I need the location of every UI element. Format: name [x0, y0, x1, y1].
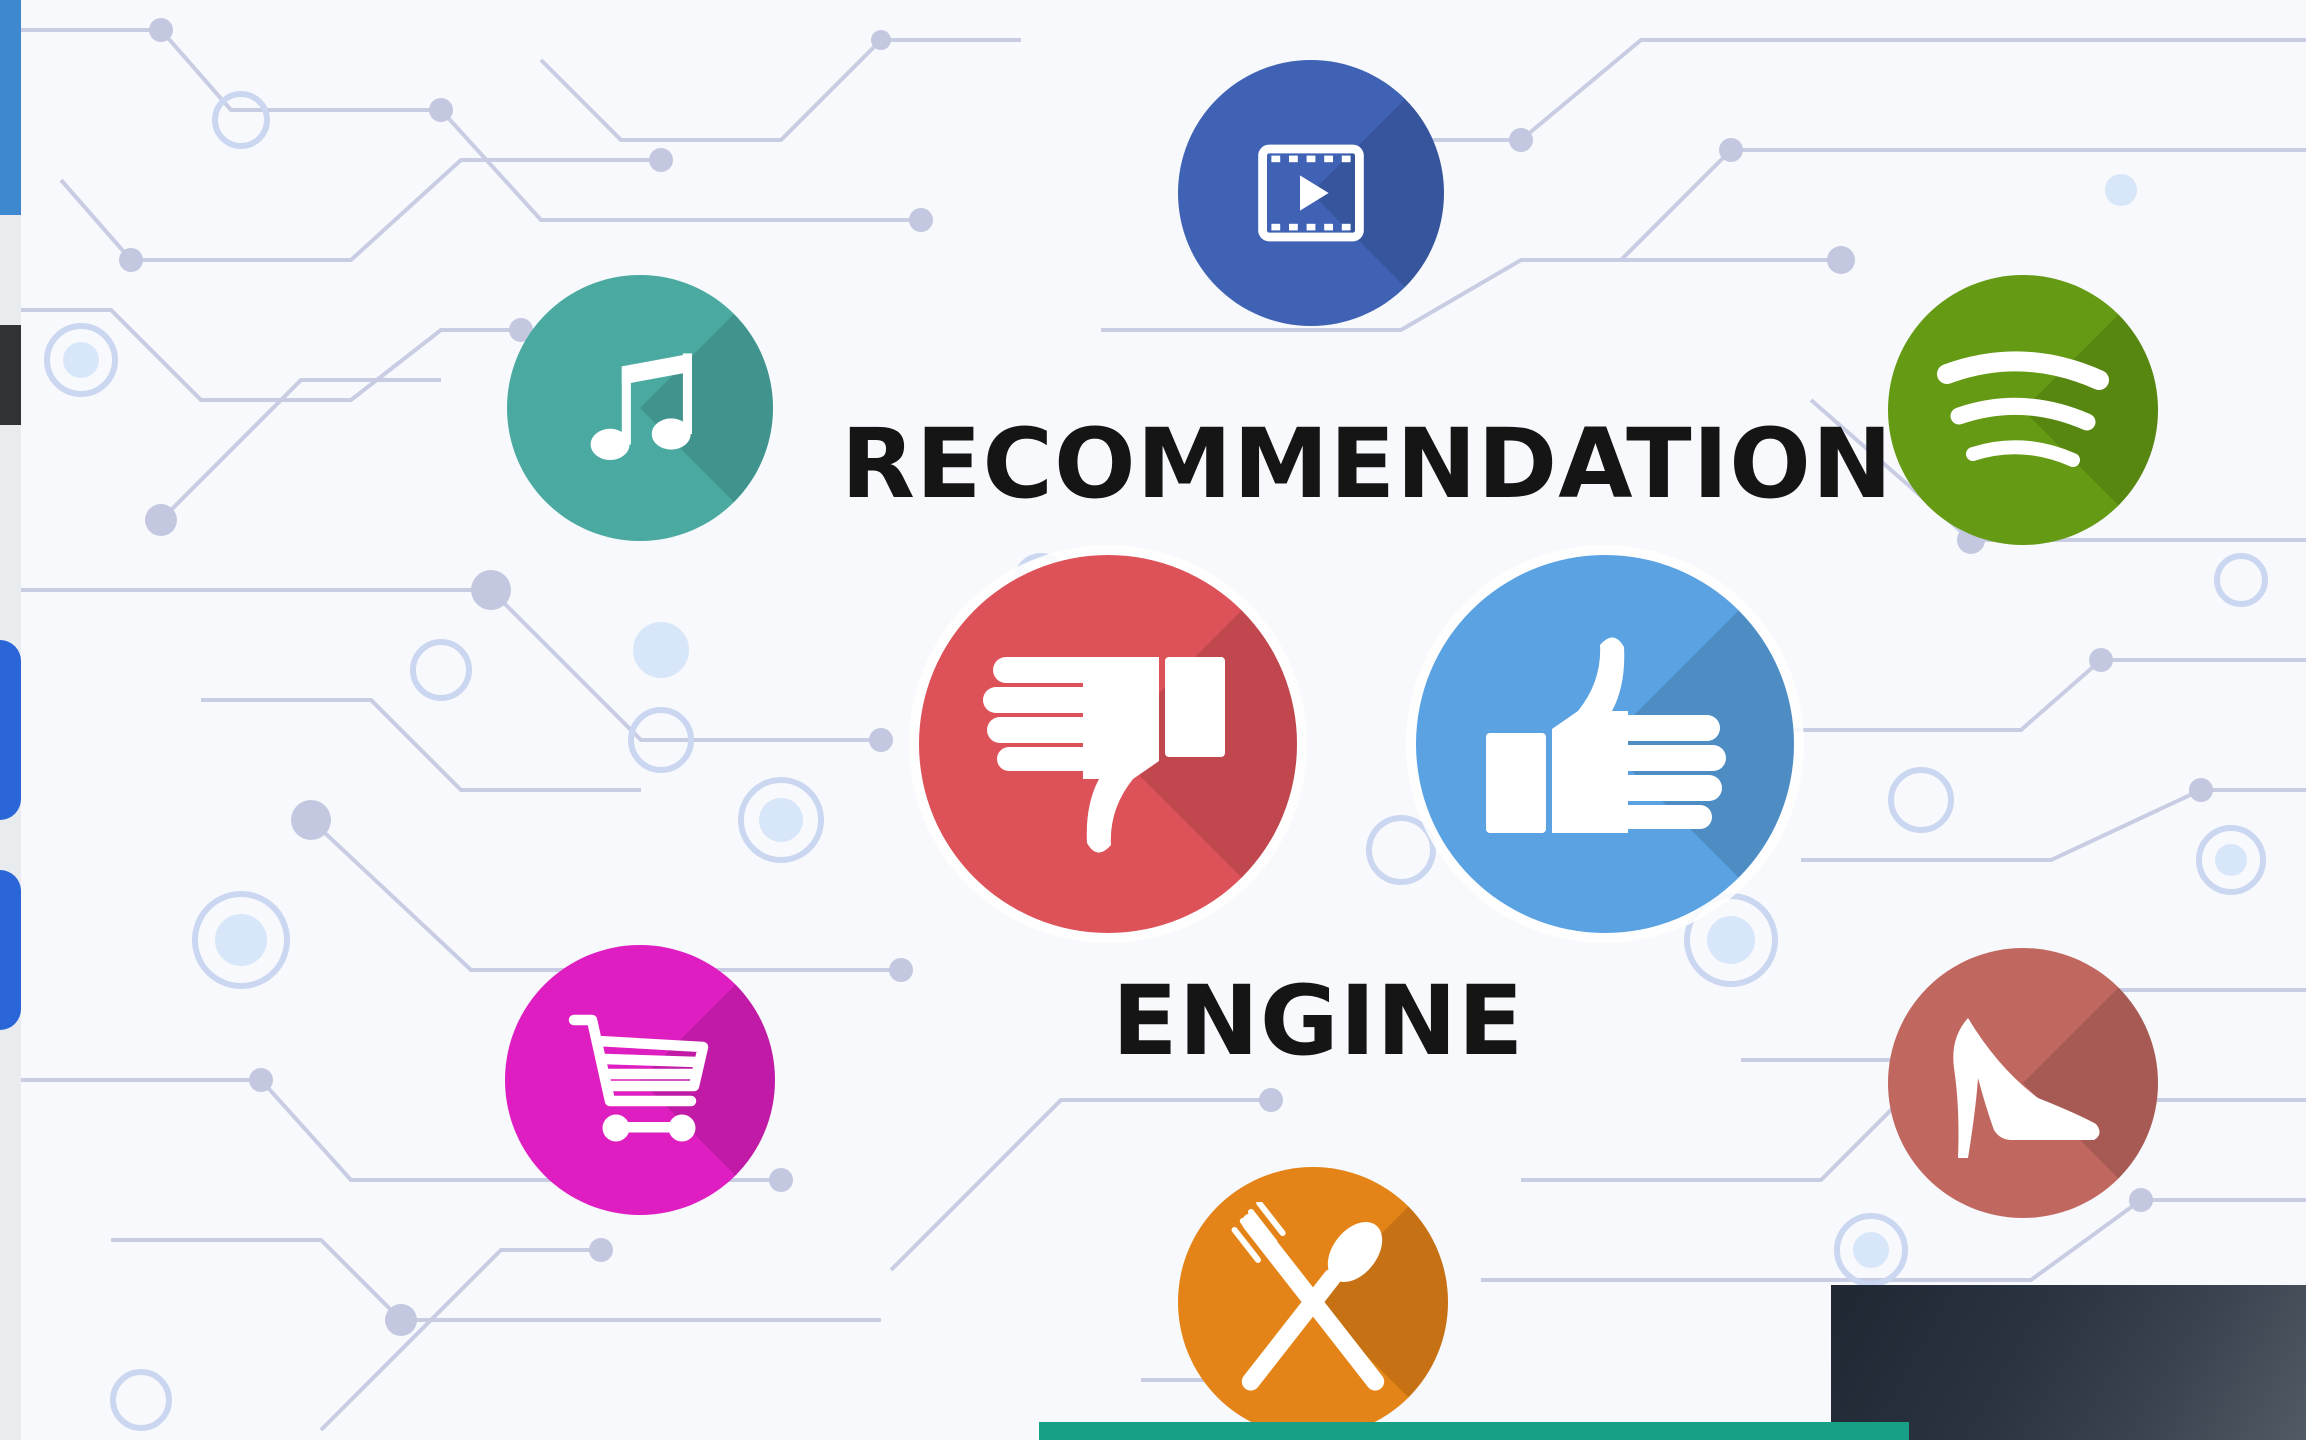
thumbs-down-icon	[919, 555, 1297, 933]
title-recommendation: RECOMMENDATION	[841, 408, 1894, 520]
shopping-cart-icon	[505, 945, 775, 1215]
recommendation-engine-image: RECOMMENDATION ENGINE	[21, 0, 2306, 1440]
video-icon	[1178, 60, 1444, 326]
title-engine: ENGINE	[1112, 965, 1525, 1077]
spotify-icon	[1888, 275, 2158, 545]
dark-photo-thumbnail	[1831, 1285, 2306, 1440]
thumbs-up-icon	[1416, 555, 1794, 933]
music-note-icon	[507, 275, 773, 541]
green-banner	[1039, 1422, 1909, 1440]
high-heel-shoe-icon	[1888, 948, 2158, 1218]
left-window-edge	[0, 0, 21, 1440]
fork-and-spoon-icon	[1178, 1167, 1448, 1437]
